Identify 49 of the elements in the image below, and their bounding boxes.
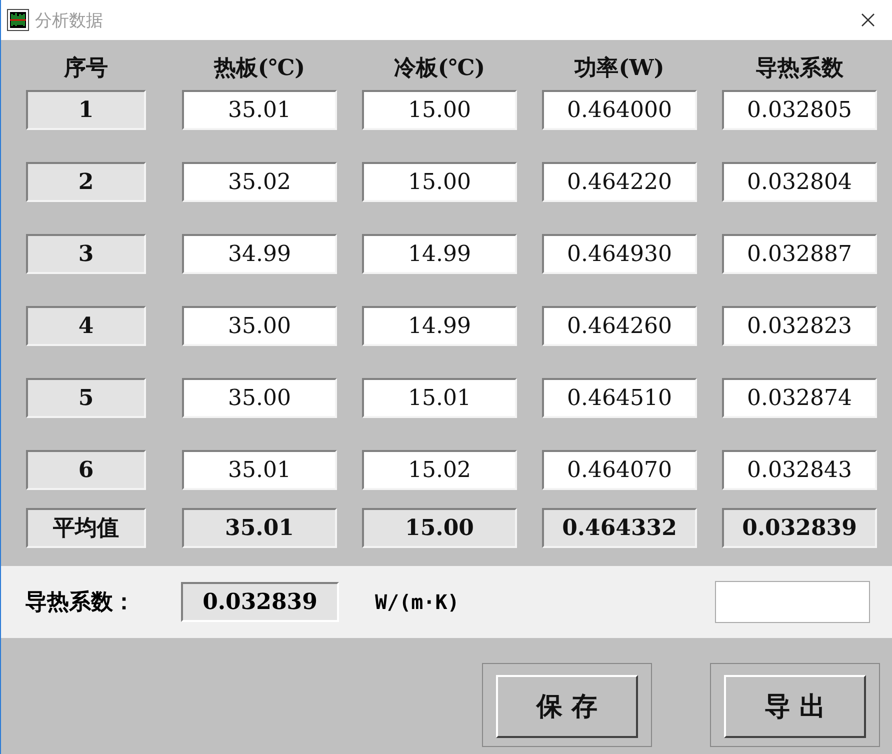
- average-value: 15.00: [362, 508, 517, 548]
- row-number: 5: [26, 378, 146, 418]
- value-field[interactable]: 0.032805: [722, 90, 877, 130]
- column-header: 冷板(℃): [392, 54, 486, 83]
- action-button[interactable]: 导 出: [724, 675, 866, 738]
- value-field[interactable]: 0.464260: [542, 306, 697, 346]
- value-field[interactable]: 0.032804: [722, 162, 877, 202]
- value-field[interactable]: 15.02: [362, 450, 517, 490]
- action-button[interactable]: 保 存: [496, 675, 638, 738]
- value-field[interactable]: 0.464070: [542, 450, 697, 490]
- result-value: 0.032839: [181, 582, 339, 622]
- column-header: 序号: [62, 54, 109, 83]
- column-header: 导热系数: [754, 54, 844, 83]
- input-field[interactable]: [715, 581, 870, 623]
- value-field[interactable]: 35.01: [182, 450, 337, 490]
- value-field[interactable]: 0.464000: [542, 90, 697, 130]
- row-number: 3: [26, 234, 146, 274]
- unit-label: W/(m·K): [375, 590, 460, 614]
- window-title: 分析数据: [35, 10, 104, 32]
- value-field[interactable]: 35.02: [182, 162, 337, 202]
- app-icon: [7, 9, 29, 31]
- value-field[interactable]: 0.032823: [722, 306, 877, 346]
- value-field[interactable]: 0.464220: [542, 162, 697, 202]
- row-number: 6: [26, 450, 146, 490]
- value-field[interactable]: 0.032887: [722, 234, 877, 274]
- value-field[interactable]: 0.464930: [542, 234, 697, 274]
- value-field[interactable]: 35.00: [182, 378, 337, 418]
- average-label: 平均值: [26, 508, 146, 548]
- average-value: 0.464332: [542, 508, 697, 548]
- value-field[interactable]: 35.01: [182, 90, 337, 130]
- result-label: 导热系数：: [25, 588, 136, 617]
- value-field[interactable]: 0.032874: [722, 378, 877, 418]
- value-field[interactable]: 15.00: [362, 162, 517, 202]
- average-value: 0.032839: [722, 508, 877, 548]
- close-icon[interactable]: [860, 12, 876, 28]
- value-field[interactable]: 15.00: [362, 90, 517, 130]
- column-header: 功率(W): [573, 54, 666, 83]
- row-number: 2: [26, 162, 146, 202]
- value-field[interactable]: 15.01: [362, 378, 517, 418]
- row-number: 4: [26, 306, 146, 346]
- value-field[interactable]: 14.99: [362, 306, 517, 346]
- column-header: 热板(℃): [212, 54, 306, 83]
- value-field[interactable]: 14.99: [362, 234, 517, 274]
- value-field[interactable]: 34.99: [182, 234, 337, 274]
- average-value: 35.01: [182, 508, 337, 548]
- value-field[interactable]: 0.032843: [722, 450, 877, 490]
- row-number: 1: [26, 90, 146, 130]
- value-field[interactable]: 35.00: [182, 306, 337, 346]
- value-field[interactable]: 0.464510: [542, 378, 697, 418]
